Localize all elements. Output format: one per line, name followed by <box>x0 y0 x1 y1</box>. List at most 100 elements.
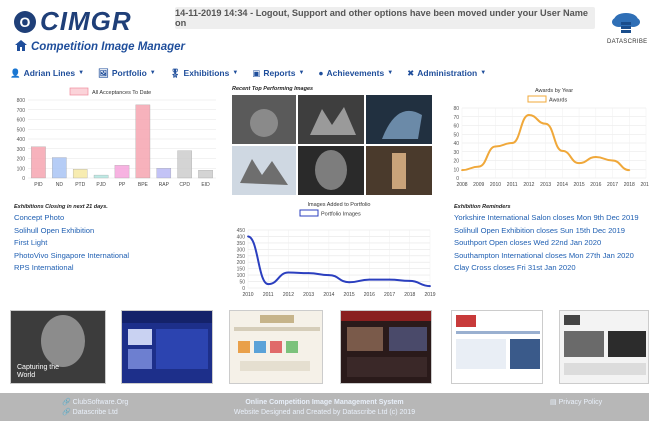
closing-panel: Exhibitions Closing in next 21 days. <box>14 204 108 210</box>
reminder-item[interactable]: Southport Open closes Wed 22nd Jan 2020 <box>454 237 639 250</box>
x-tick-label: PP <box>119 182 126 188</box>
thumbnail-site-4[interactable] <box>340 310 432 384</box>
x-tick-label: EID <box>201 182 210 188</box>
x-tick-label: 2012 <box>523 182 534 188</box>
closing-list: Concept Photo Solihull Open Exhibition F… <box>14 212 129 275</box>
thumbnail-capturing-the-world[interactable]: Capturing the World <box>10 310 106 384</box>
reminders-title: Exhibition Reminders <box>454 204 511 210</box>
data-point <box>287 271 290 274</box>
y-tick-label: 70 <box>453 115 459 121</box>
x-tick-label: PTD <box>75 182 85 188</box>
x-tick-label: 2018 <box>404 292 415 298</box>
bar-pid <box>31 146 46 179</box>
header: O CIMGR 14-11-2019 14:34 - Logout, Suppo… <box>0 0 649 60</box>
data-point <box>528 114 530 116</box>
reminder-item[interactable]: Yorkshire International Salon closes Mon… <box>454 212 639 225</box>
data-point <box>348 281 351 284</box>
closing-item[interactable]: PhotoVivo Singapore International <box>14 250 129 263</box>
achievement-icon: ● <box>318 68 324 78</box>
y-tick-label: 150 <box>237 267 246 273</box>
y-tick-label: 40 <box>453 141 459 147</box>
x-tick-label: RAP <box>159 182 170 188</box>
data-point <box>511 142 514 144</box>
x-tick-label: 2013 <box>303 292 314 298</box>
data-point <box>561 149 564 152</box>
bar-eid <box>198 170 213 179</box>
y-tick-label: 250 <box>237 254 246 260</box>
app-title[interactable]: Competition Image Manager <box>15 40 185 54</box>
x-tick-label: 2017 <box>607 182 618 188</box>
nav-exhibitions-menu[interactable]: 🎖 Exhibitions ▼ <box>170 66 239 80</box>
portfolio-icon: 🖼 <box>98 67 109 78</box>
data-point <box>408 280 411 282</box>
privacy-label: Privacy Policy <box>558 399 603 406</box>
nav-reports-menu[interactable]: ▣ Reports ▼ <box>252 66 304 80</box>
caret-down-icon: ▼ <box>480 70 487 76</box>
reminders-panel: Exhibition Reminders <box>454 204 511 210</box>
closing-item[interactable]: Solihull Open Exhibition <box>14 225 129 238</box>
notice-banner: 14-11-2019 14:34 - Logout, Support and o… <box>175 7 595 29</box>
y-tick-label: 600 <box>17 118 26 124</box>
legend: Awards <box>527 95 567 104</box>
closing-item[interactable]: RPS International <box>14 262 129 275</box>
y-tick-label: 50 <box>453 132 459 138</box>
reminder-item[interactable]: Clay Cross closes Fri 31st Jan 2020 <box>454 262 639 275</box>
closing-item[interactable]: First Light <box>14 237 129 250</box>
site-thumbnails: Capturing the World <box>0 310 649 390</box>
thumbnail-site-2[interactable] <box>121 310 213 384</box>
nav-achievements-menu[interactable]: ● Achievements ▼ <box>318 66 393 80</box>
chart-title: Images Added to Portfolio <box>308 202 371 208</box>
thumbnail-site-3[interactable] <box>229 310 323 384</box>
thumbnail-site-5[interactable] <box>451 310 543 384</box>
logo-text: CIMGR <box>40 6 132 36</box>
cloud-server-icon <box>612 13 640 33</box>
reminder-item[interactable]: Solihull Open Exhibition closes Sun 15th… <box>454 225 639 238</box>
x-tick-label: 2014 <box>557 182 568 188</box>
top-image-2[interactable] <box>298 95 364 144</box>
top-image-4[interactable] <box>232 146 296 195</box>
caret-down-icon: ▼ <box>232 70 239 76</box>
x-tick-label: 2019 <box>640 182 649 188</box>
x-tick-label: 2014 <box>323 292 334 298</box>
y-tick-label: 300 <box>17 147 26 153</box>
nav-exhibitions-label: Exhibitions <box>183 68 230 78</box>
datascribe-logo[interactable]: DATASCRIBE <box>607 12 647 45</box>
data-point <box>267 283 270 286</box>
x-tick-label: 2010 <box>242 292 253 298</box>
nav-administration-menu[interactable]: ✖ Administration ▼ <box>407 66 486 80</box>
thumbnail-image <box>341 311 431 377</box>
nav-portfolio-menu[interactable]: 🖼 Portfolio ▼ <box>98 66 156 80</box>
logo-mark: O <box>14 10 36 33</box>
document-icon: ▤ <box>550 399 557 406</box>
acceptances-bar-chart: All Acceptances To Date 0 100 200 300 400 500 6… <box>17 87 216 188</box>
closing-item[interactable]: Concept Photo <box>14 212 129 225</box>
data-point <box>494 145 497 148</box>
legend-swatch <box>527 95 547 103</box>
data-point <box>429 285 431 287</box>
recent-top-images-title: Recent Top Performing Images <box>232 86 314 92</box>
svg-text:World: World <box>17 372 35 379</box>
nav-user-menu[interactable]: 👤 Adrian Lines ▼ <box>10 66 84 80</box>
images-added-chart: Images Added to Portfolio Portfolio Image… <box>237 202 436 298</box>
x-tick-label: PID <box>34 182 43 188</box>
privacy-policy-link[interactable]: ▤ Privacy Policy <box>550 398 602 408</box>
reminder-item[interactable]: Southampton International closes Mon 27t… <box>454 250 639 263</box>
thumbnail-site-6[interactable] <box>559 310 649 384</box>
cimgr-logo[interactable]: O CIMGR <box>14 6 132 37</box>
x-tick-label: 2013 <box>540 182 551 188</box>
data-point <box>368 278 371 281</box>
bar-nd <box>52 157 67 179</box>
y-tick-label: 200 <box>17 157 26 163</box>
y-tick-label: 700 <box>17 108 26 114</box>
bar-pp <box>114 165 130 179</box>
awards-by-year-chart: Awards by YearAwards01020304050607080200… <box>453 88 649 188</box>
x-tick-label: 2016 <box>590 182 601 188</box>
svg-text:Capturing the: Capturing the <box>17 364 59 371</box>
caret-down-icon: ▼ <box>298 70 305 76</box>
data-point <box>388 278 391 281</box>
data-point <box>477 165 480 168</box>
y-tick-label: 10 <box>453 167 459 173</box>
y-tick-label: 60 <box>453 124 459 130</box>
y-tick-label: 20 <box>453 159 459 165</box>
home-icon <box>15 40 27 54</box>
